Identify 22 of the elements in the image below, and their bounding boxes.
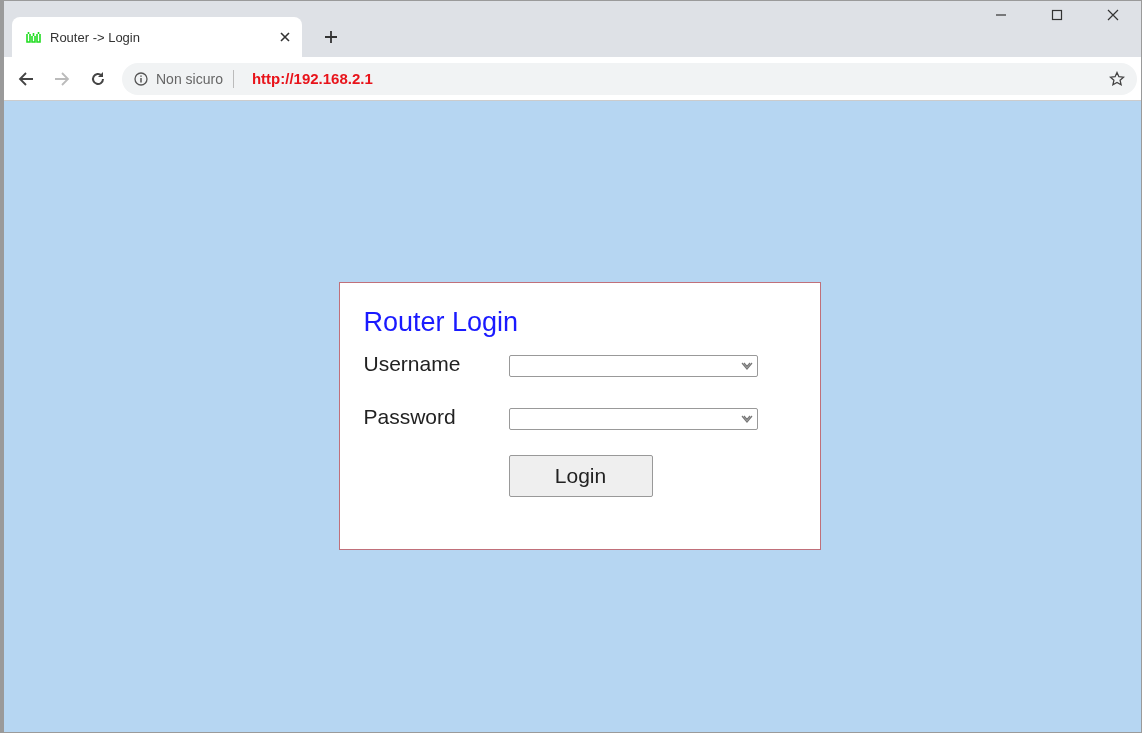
- bars-icon: [26, 31, 42, 43]
- input-field[interactable]: [508, 355, 758, 377]
- star-icon[interactable]: [1109, 70, 1125, 87]
- login-title: Router Login: [363, 307, 520, 338]
- back-arrow-icon[interactable]: [18, 70, 34, 87]
- chevron-icon[interactable]: [740, 414, 753, 424]
- maximize-icon[interactable]: [1051, 9, 1063, 21]
- close-icon[interactable]: [280, 32, 290, 42]
- field-label: Username: [363, 352, 462, 376]
- chevron-icon[interactable]: [740, 361, 753, 371]
- tab-title: Router -> Login: [50, 29, 141, 45]
- info-icon: [134, 71, 148, 86]
- security-label: Non sicuro: [156, 70, 223, 87]
- close-icon[interactable]: [1107, 9, 1119, 21]
- address-bar[interactable]: Non sicuro http://192.168.2.1: [122, 62, 1137, 95]
- login-button[interactable]: Login: [508, 455, 653, 497]
- plus-icon[interactable]: [324, 30, 338, 44]
- field-label: Password: [363, 405, 457, 429]
- reload-icon[interactable]: [90, 70, 106, 87]
- browser-tab[interactable]: Router -> Login: [12, 17, 302, 57]
- url-text: http://192.168.2.1: [251, 70, 373, 87]
- input-field[interactable]: [508, 408, 758, 430]
